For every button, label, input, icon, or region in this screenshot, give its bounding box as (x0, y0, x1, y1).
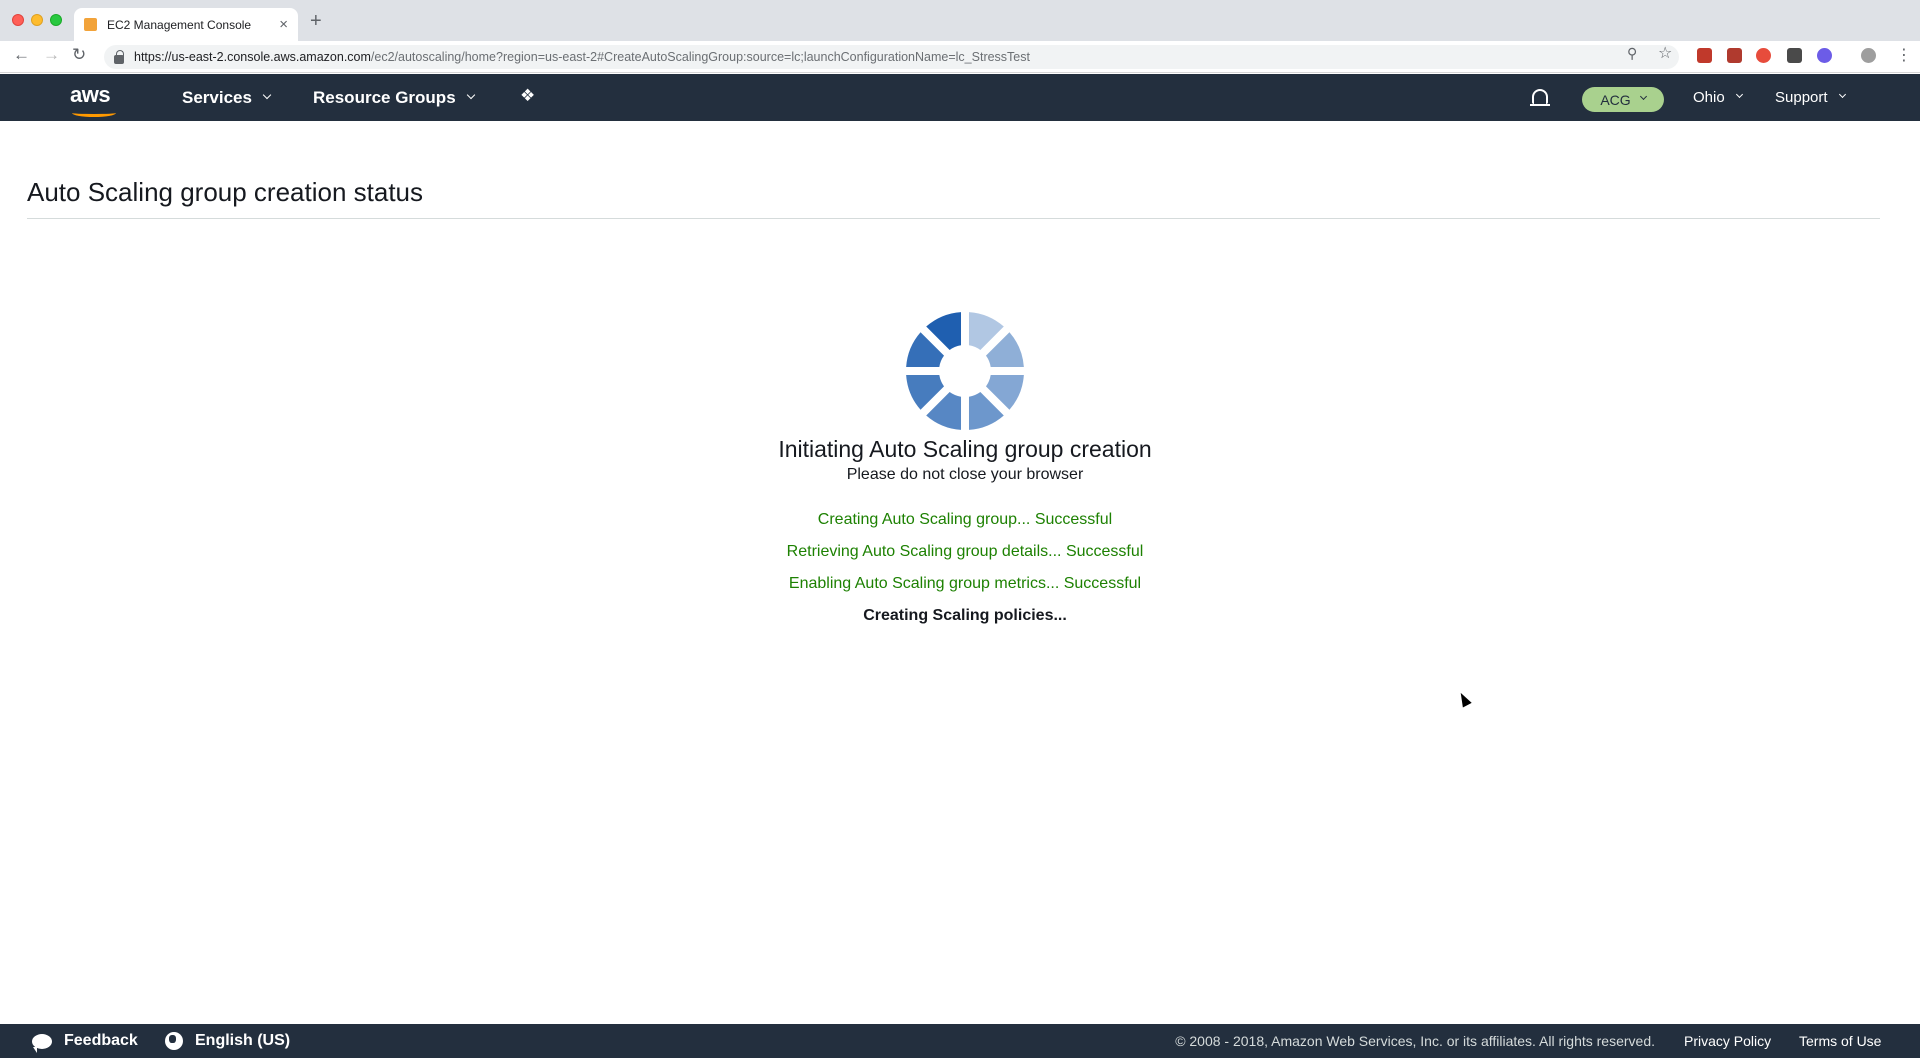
tool-extension-icon[interactable] (1787, 48, 1802, 63)
support-menu[interactable]: Support (1775, 89, 1846, 106)
status-heading: Initiating Auto Scaling group creation (778, 436, 1152, 462)
browser-toolbar: ← → ↻ https://us-east-2.console.aws.amaz… (0, 41, 1920, 73)
title-divider (27, 218, 1880, 219)
maximize-window-button[interactable] (50, 14, 62, 26)
reload-icon[interactable]: ↻ (72, 45, 86, 65)
minimize-window-button[interactable] (31, 14, 43, 26)
chevron-down-icon (466, 90, 475, 100)
terms-of-use-link[interactable]: Terms of Use (1799, 1033, 1881, 1049)
tab-close-icon[interactable]: × (279, 16, 288, 33)
feedback-label: Feedback (64, 1032, 138, 1049)
aws-logo-smile-icon (72, 109, 116, 117)
aws-logo[interactable]: aws (70, 82, 111, 108)
language-selector[interactable]: English (US) (165, 1032, 290, 1050)
loading-spinner-icon (906, 312, 1024, 430)
account-menu[interactable]: ACG (1582, 87, 1664, 112)
new-tab-button[interactable]: + (310, 10, 322, 33)
zoom-icon[interactable]: ⚲ (1627, 45, 1637, 62)
status-panel: Initiating Auto Scaling group creation P… (560, 436, 1370, 632)
chevron-down-icon (1639, 92, 1647, 101)
pin-icon[interactable]: ❖ (520, 86, 535, 106)
resource-groups-menu[interactable]: Resource Groups (313, 88, 475, 108)
bookmark-star-icon[interactable]: ☆ (1658, 43, 1672, 63)
status-step: Enabling Auto Scaling group metrics... S… (788, 575, 1142, 592)
privacy-policy-link[interactable]: Privacy Policy (1684, 1033, 1771, 1049)
globe-icon (165, 1032, 183, 1050)
tab-title: EC2 Management Console (107, 17, 252, 32)
aws-footer: Feedback English (US) © 2008 - 2018, Ama… (0, 1024, 1920, 1058)
browser-tab-bar: EC2 Management Console × + (0, 0, 1920, 41)
back-arrow-icon[interactable]: ← (13, 45, 30, 65)
notifications-bell-icon[interactable] (1530, 89, 1550, 106)
region-menu[interactable]: Ohio (1693, 89, 1743, 106)
status-subheading: Please do not close your browser (846, 466, 1084, 483)
chat-bubble-icon (32, 1033, 52, 1053)
page-title: Auto Scaling group creation status (27, 177, 424, 207)
vpn-extension-icon[interactable] (1817, 48, 1832, 63)
lock-icon (114, 49, 124, 64)
gmail-extension-icon[interactable] (1697, 48, 1712, 63)
browser-menu-icon[interactable]: ⋮ (1896, 45, 1912, 65)
forward-arrow-icon[interactable]: → (43, 45, 60, 65)
adblock-extension-icon[interactable] (1756, 48, 1771, 63)
services-label: Services (182, 88, 252, 107)
status-step: Retrieving Auto Scaling group details...… (786, 543, 1144, 560)
services-menu[interactable]: Services (182, 88, 272, 108)
language-label: English (US) (195, 1032, 291, 1049)
aws-favicon-icon (84, 18, 97, 31)
url-text: https://us-east-2.console.aws.amazon.com… (134, 50, 1030, 64)
spinner-segments (906, 312, 1024, 430)
url-bar[interactable]: https://us-east-2.console.aws.amazon.com… (104, 45, 1679, 69)
aws-top-nav: aws Services Resource Groups ❖ ACG Ohio … (0, 74, 1920, 121)
feedback-button[interactable]: Feedback (32, 1032, 138, 1053)
support-label: Support (1775, 89, 1828, 106)
chevron-down-icon (1838, 90, 1846, 99)
chevron-down-icon (1735, 90, 1743, 99)
status-step-in-progress: Creating Scaling policies... (863, 607, 1067, 624)
status-step: Creating Auto Scaling group... Successfu… (817, 511, 1113, 528)
calendar-extension-icon[interactable] (1727, 48, 1742, 63)
profile-avatar-icon[interactable] (1861, 48, 1876, 63)
close-window-button[interactable] (12, 14, 24, 26)
mouse-cursor-icon (1456, 690, 1472, 708)
copyright-text: © 2008 - 2018, Amazon Web Services, Inc.… (1175, 1033, 1655, 1049)
chevron-down-icon (262, 90, 272, 100)
status-steps: Creating Auto Scaling group... Successfu… (560, 504, 1370, 632)
account-label: ACG (1600, 91, 1631, 108)
region-label: Ohio (1693, 89, 1725, 106)
browser-tab-active[interactable]: EC2 Management Console × (74, 8, 298, 41)
resource-groups-label: Resource Groups (313, 88, 456, 107)
